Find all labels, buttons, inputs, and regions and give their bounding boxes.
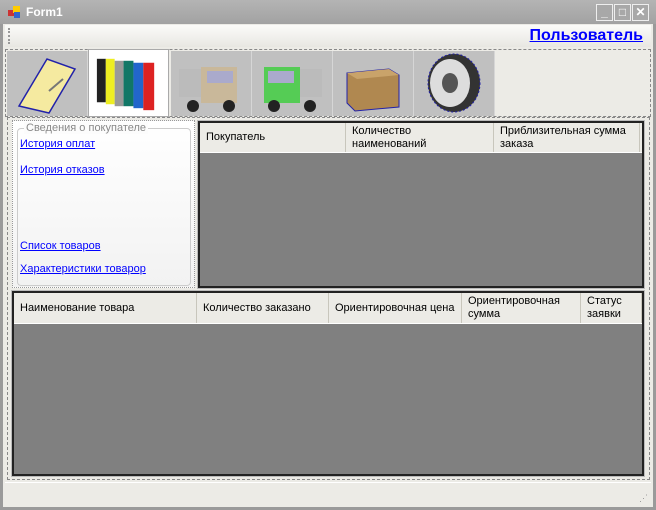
toolbar-binders-button[interactable] <box>88 49 169 117</box>
minimize-button[interactable]: _ <box>596 4 613 21</box>
toolbar-notepad-button[interactable] <box>7 51 88 116</box>
app-icon <box>8 6 20 18</box>
product-list-link[interactable]: Список товаров <box>20 240 101 252</box>
close-button[interactable]: ✕ <box>632 4 649 21</box>
column-header[interactable]: Покупатель <box>200 123 346 152</box>
user-link[interactable]: Пользователь <box>530 27 643 45</box>
column-header[interactable]: Статус заявки <box>581 293 642 323</box>
title-bar[interactable]: Form1 _ □ ✕ <box>0 0 656 24</box>
toolbar-box-button[interactable] <box>333 51 414 116</box>
binders-icon <box>96 58 155 111</box>
group-title: Сведения о покупателе <box>24 122 149 134</box>
product-specs-link[interactable]: Характеристики товарор <box>20 263 146 275</box>
column-header[interactable]: Приблизительная сумма заказа <box>494 123 640 152</box>
column-header[interactable]: Ориентировочная цена <box>329 293 462 323</box>
column-header[interactable]: Наименование товара <box>14 293 197 323</box>
grip-handle[interactable] <box>8 28 10 44</box>
customers-grid[interactable]: Покупатель Количество наименований Прибл… <box>197 120 645 289</box>
status-bar: ⋰ <box>5 482 651 506</box>
resize-grip-icon[interactable]: ⋰ <box>639 493 648 504</box>
toolbar-truck-green-button[interactable] <box>252 51 333 116</box>
column-header[interactable]: Количество наименований <box>346 123 494 152</box>
toolbar-truck-beige-button[interactable] <box>171 51 252 116</box>
truck-green-icon <box>264 67 322 112</box>
column-header[interactable]: Количество заказано <box>197 293 329 323</box>
orders-grid[interactable]: Наименование товара Количество заказано … <box>11 290 645 477</box>
window-title: Form1 <box>26 5 63 19</box>
truck-beige-icon <box>179 67 237 112</box>
column-header[interactable]: Ориентировочная сумма <box>462 293 581 323</box>
box-icon <box>346 68 400 112</box>
maximize-button[interactable]: □ <box>614 4 631 21</box>
toolbar-gear-button[interactable] <box>414 51 495 116</box>
customer-info-panel: Сведения о покупателе История оплат Исто… <box>12 120 195 288</box>
customers-grid-header: Покупатель Количество наименований Прибл… <box>200 123 642 153</box>
toolbar <box>5 49 651 117</box>
refusal-history-link[interactable]: История отказов <box>20 164 105 176</box>
orders-grid-header: Наименование товара Количество заказано … <box>14 293 642 324</box>
menu-strip: Пользователь <box>5 25 651 47</box>
notepad-icon <box>17 58 77 114</box>
gear-icon <box>427 53 481 113</box>
payment-history-link[interactable]: История оплат <box>20 138 95 150</box>
